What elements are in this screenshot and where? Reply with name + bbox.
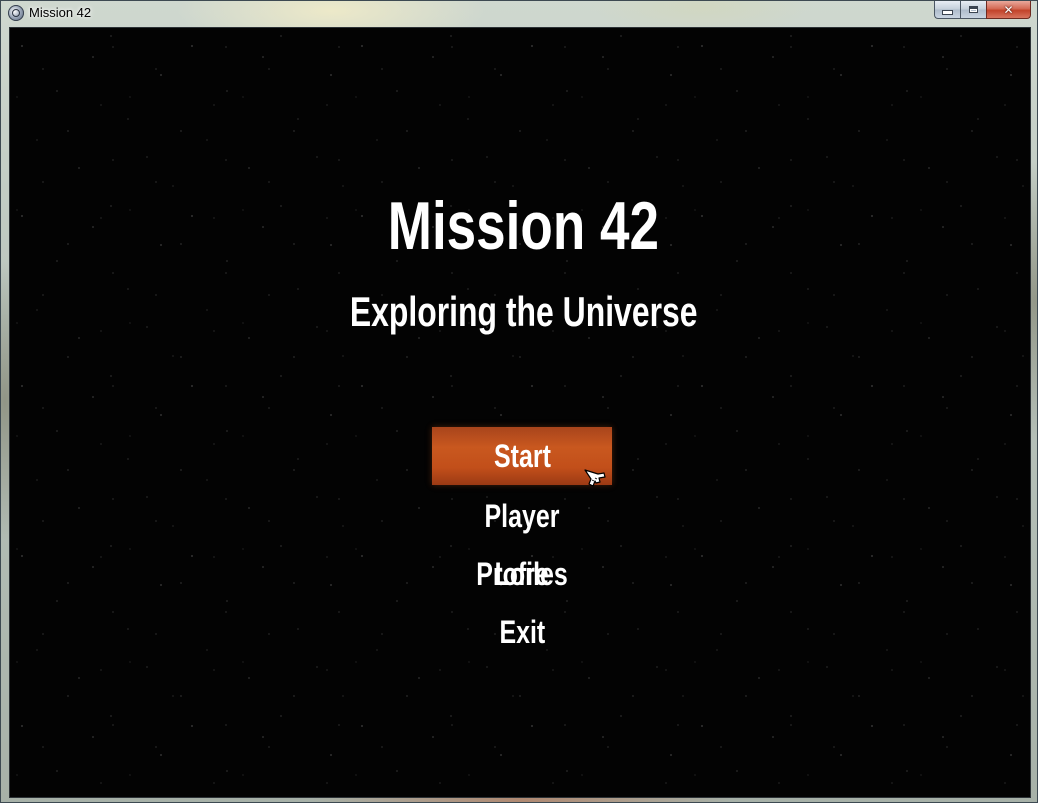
caption-buttons: ✕ [934, 1, 1031, 19]
game-viewport: Mission 42 Exploring the Universe Start … [9, 27, 1031, 798]
menu-item-label: Start [493, 438, 551, 474]
menu-item-lore[interactable]: Lore [432, 545, 612, 603]
menu-item-exit[interactable]: Exit [432, 603, 612, 661]
game-subtitle: Exploring the Universe [349, 288, 698, 335]
starfield-background [10, 28, 1030, 797]
close-icon: ✕ [1003, 2, 1014, 17]
close-button[interactable]: ✕ [986, 1, 1031, 19]
maximize-button[interactable] [960, 1, 986, 19]
menu-item-label: Exit [499, 614, 545, 650]
maximize-icon [969, 6, 978, 13]
title-bar[interactable]: Mission 42 ✕ [1, 1, 1037, 25]
minimize-button[interactable] [934, 1, 960, 19]
menu-item-player-profiles[interactable]: Player Profiles [432, 487, 612, 592]
app-globe-icon[interactable] [8, 5, 24, 21]
hand-pointer-icon [584, 469, 606, 487]
minimize-icon [942, 10, 953, 15]
game-title: Mission 42 [387, 188, 659, 264]
menu-item-label: Lore [494, 556, 550, 592]
game-window: Mission 42 ✕ Mission 42 Exploring the Un… [0, 0, 1038, 803]
window-title: Mission 42 [29, 5, 92, 20]
